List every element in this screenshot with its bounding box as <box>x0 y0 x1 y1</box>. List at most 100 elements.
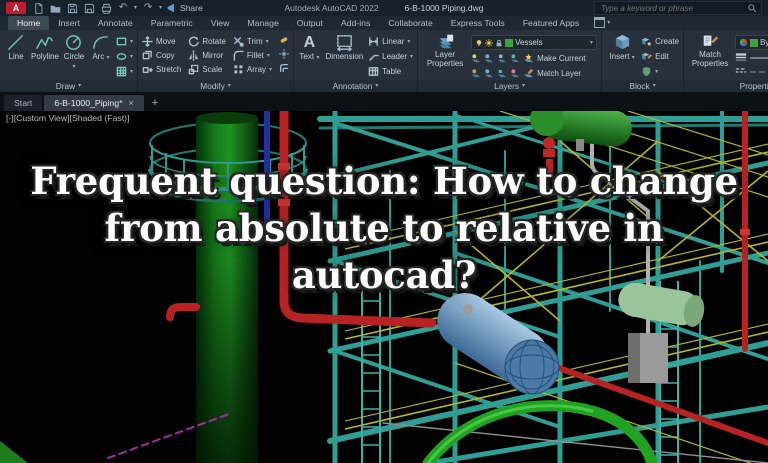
layer-dropdown[interactable]: Vessels ▾ <box>471 35 598 50</box>
color-swatch <box>750 38 759 47</box>
gray-box <box>628 333 668 383</box>
create-block-button[interactable]: Create <box>641 35 679 48</box>
line-button[interactable]: Line <box>4 33 28 62</box>
draw-panel-label[interactable]: Draw ▾ <box>0 80 137 92</box>
annotation-panel-label[interactable]: Annotation ▾ <box>294 80 418 92</box>
fillet-icon <box>233 50 244 61</box>
tab-home[interactable]: Home <box>8 16 50 30</box>
tab-output[interactable]: Output <box>288 16 332 30</box>
tab-express-tools[interactable]: Express Tools <box>442 16 514 30</box>
save-as-icon[interactable] <box>83 2 95 14</box>
ribbon-display-icon <box>594 17 606 28</box>
app-title: Autodesk AutoCAD 2022 <box>284 3 379 13</box>
layer-dropdown-caret: ▾ <box>590 39 594 46</box>
tab-insert[interactable]: Insert <box>49 16 89 30</box>
new-file-icon[interactable] <box>32 2 44 14</box>
hatch-icon <box>116 66 127 77</box>
layer-state-icon[interactable] <box>510 53 520 63</box>
layer-state-icon[interactable] <box>510 68 520 78</box>
match-properties-button[interactable]: Match Properties <box>688 33 732 69</box>
search-input[interactable] <box>599 2 744 14</box>
new-drawing-tab-button[interactable]: + <box>146 95 164 111</box>
array-button[interactable]: Array ▾ <box>233 63 272 76</box>
linetype-dropdown[interactable]: ByLayer <box>735 65 768 78</box>
fillet-button[interactable]: Fillet ▾ <box>233 49 272 62</box>
offset-button[interactable] <box>279 63 289 73</box>
save-icon[interactable] <box>66 2 78 14</box>
lineweight-dropdown[interactable]: ByLayer <box>735 51 768 64</box>
tab-annotate[interactable]: Annotate <box>89 16 142 30</box>
text-button[interactable]: A Text ▾ <box>298 33 321 62</box>
copy-button[interactable]: Copy <box>142 49 181 62</box>
search-icon[interactable] <box>748 3 757 13</box>
dimension-button[interactable]: Dimension <box>324 33 365 62</box>
viewport-controls[interactable]: [-][Custom View][Shaded (Fast)] <box>6 113 129 123</box>
layer-state-icon[interactable] <box>497 68 507 78</box>
trim-button[interactable]: Trim ▾ <box>233 35 272 48</box>
close-tab-icon[interactable]: × <box>128 98 133 108</box>
hatch-button[interactable]: ▾ <box>116 65 133 78</box>
explode-icon <box>279 49 290 59</box>
rotate-icon <box>189 36 200 47</box>
ellipse-button[interactable]: ▾ <box>116 50 133 63</box>
circle-button[interactable]: Circle ▾ <box>62 33 86 71</box>
ribbon-tab-bar: Home Insert Annotate Parametric View Man… <box>0 16 768 30</box>
share-button[interactable]: Share <box>167 3 203 13</box>
undo-icon[interactable]: ↶ <box>117 2 129 14</box>
undo-dropdown-icon[interactable]: ▾ <box>134 5 137 11</box>
insert-block-button[interactable]: Insert ▾ <box>606 33 638 62</box>
properties-panel-label[interactable]: Properties▾ <box>684 80 768 92</box>
match-layer-button[interactable]: Match Layer <box>523 67 581 80</box>
attributes-icon <box>642 66 651 77</box>
rectangle-button[interactable]: ▾ <box>116 35 133 48</box>
scale-button[interactable]: Scale <box>188 63 226 76</box>
tab-add-ins[interactable]: Add-ins <box>332 16 379 30</box>
polyline-button[interactable]: Polyline <box>31 33 59 62</box>
object-color-dropdown[interactable]: ByLayer ▾ <box>735 35 768 50</box>
layers-panel-label[interactable]: Layers ▾ <box>418 80 602 92</box>
ribbon-display-toggle[interactable]: ▾ <box>594 17 610 30</box>
file-tab-document[interactable]: 6-B-1000_Piping* × <box>44 95 144 111</box>
layer-properties-button[interactable]: Layer Properties <box>422 33 468 69</box>
block-attributes-button[interactable]: ▾ <box>641 65 679 78</box>
polyline-icon <box>36 37 54 49</box>
panel-layers: Layer Properties Vessels ▾ Make Current <box>418 30 603 92</box>
arc-button[interactable]: Arc ▾ <box>89 33 113 62</box>
edit-block-button[interactable]: Edit <box>641 50 679 63</box>
make-current-button[interactable]: Make Current <box>523 52 586 65</box>
layer-state-icon[interactable] <box>471 68 481 78</box>
tab-parametric[interactable]: Parametric <box>142 16 202 30</box>
open-folder-icon[interactable] <box>49 2 61 14</box>
explode-button[interactable] <box>279 49 290 59</box>
redo-icon[interactable]: ↷ <box>142 2 154 14</box>
rotate-button[interactable]: Rotate <box>188 35 226 48</box>
autocad-logo[interactable]: A <box>6 2 26 14</box>
insert-icon <box>615 34 629 50</box>
drawing-canvas[interactable]: [-][Custom View][Shaded (Fast)] Frequent… <box>0 111 768 463</box>
linear-dimension-button[interactable]: Linear ▾ <box>368 35 413 48</box>
tab-featured-apps[interactable]: Featured Apps <box>514 16 589 30</box>
layer-state-icon[interactable] <box>471 53 481 63</box>
modify-panel-label[interactable]: Modify ▾ <box>138 80 294 92</box>
plot-icon[interactable] <box>100 2 112 14</box>
tab-collaborate[interactable]: Collaborate <box>379 16 441 30</box>
leader-button[interactable]: Leader ▾ <box>368 50 413 63</box>
stretch-button[interactable]: Stretch <box>142 63 181 76</box>
mirror-button[interactable]: Mirror <box>188 49 226 62</box>
move-icon <box>142 36 153 47</box>
redo-dropdown-icon[interactable]: ▾ <box>159 5 162 11</box>
block-panel-label[interactable]: Block ▾ <box>602 80 684 92</box>
tab-view[interactable]: View <box>202 16 239 30</box>
scale-icon <box>189 64 199 75</box>
help-search[interactable] <box>594 1 762 15</box>
match-layer-icon <box>523 68 534 77</box>
erase-button[interactable] <box>279 35 289 45</box>
layer-state-icon[interactable] <box>497 53 507 63</box>
table-button[interactable]: Table <box>368 65 413 78</box>
layer-state-icon[interactable] <box>484 53 494 63</box>
layer-state-icon[interactable] <box>484 68 494 78</box>
file-tab-start[interactable]: Start <box>4 95 43 111</box>
move-button[interactable]: Move <box>142 35 181 48</box>
tab-manage[interactable]: Manage <box>238 16 287 30</box>
pale-green-vessel <box>618 282 705 327</box>
